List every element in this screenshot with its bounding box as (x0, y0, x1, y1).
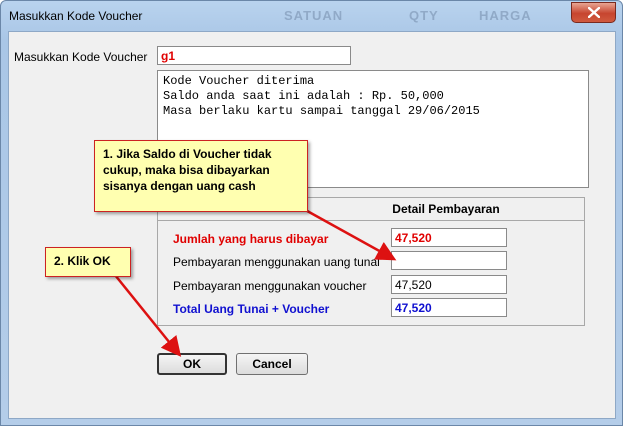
arrow-to-cash-field (299, 205, 397, 261)
annotation-arrows (114, 205, 397, 357)
callout-cash-note: 1. Jika Saldo di Voucher tidak cukup, ma… (94, 140, 308, 212)
arrow-to-ok-button (114, 274, 182, 357)
callout-click-ok: 2. Klik OK (45, 247, 131, 277)
